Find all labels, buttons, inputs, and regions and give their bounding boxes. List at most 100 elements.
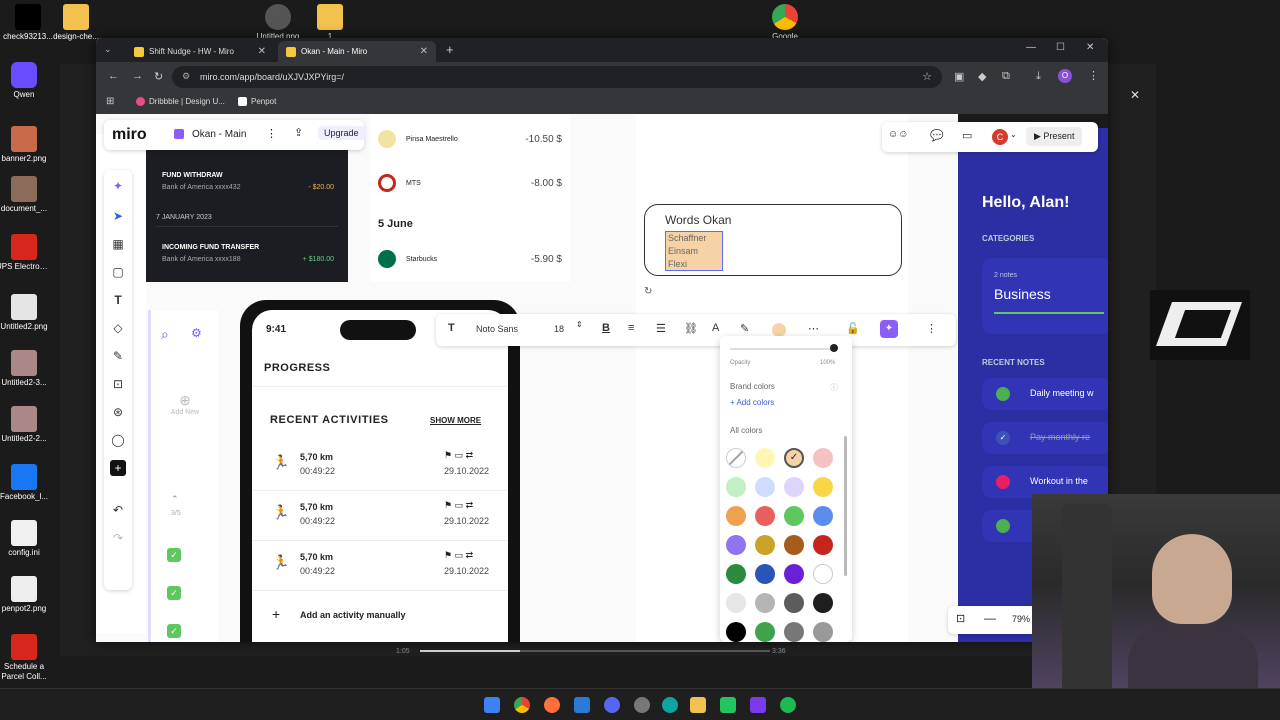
maximize-icon[interactable]: ☐	[1056, 42, 1065, 53]
forward-icon[interactable]: →	[132, 70, 143, 82]
reload-icon[interactable]: ↻	[154, 70, 163, 83]
color-swatch[interactable]	[813, 593, 833, 613]
export-icon[interactable]: ⇪	[294, 126, 303, 139]
font-select[interactable]: Noto Sans	[476, 324, 518, 334]
color-swatch[interactable]	[784, 506, 804, 526]
desktop-icon[interactable]: 1	[302, 4, 358, 42]
size-stepper-icon[interactable]: ⇕	[576, 320, 583, 329]
discord-icon[interactable]	[604, 697, 620, 713]
color-swatch[interactable]	[813, 622, 833, 642]
filter-icon[interactable]: ⚙	[191, 326, 202, 340]
redo-icon[interactable]: ↷	[110, 530, 126, 546]
search-icon[interactable]: ⌕	[161, 326, 169, 343]
shapes-icon[interactable]: ◇	[110, 320, 126, 336]
comment-icon[interactable]: ⋯	[808, 322, 819, 335]
checkbox-checked-icon[interactable]: ✓	[167, 548, 181, 562]
comment-icon[interactable]: ◯	[110, 432, 126, 448]
more-menu-icon[interactable]: ⋮	[1088, 69, 1099, 82]
mindmap-icon[interactable]: ⊛	[110, 404, 126, 420]
note-item[interactable]: Daily meeting w	[982, 378, 1108, 410]
scrollbar[interactable]	[844, 436, 847, 576]
color-swatch[interactable]	[784, 593, 804, 613]
highlight-icon[interactable]: ✎	[740, 322, 749, 335]
close-tab-icon[interactable]: ✕	[258, 46, 266, 57]
color-swatch[interactable]	[784, 477, 804, 497]
desktop-icon[interactable]: document_...	[0, 176, 52, 214]
color-swatch[interactable]	[784, 622, 804, 642]
color-swatch[interactable]	[726, 506, 746, 526]
upgrade-button[interactable]: Upgrade	[318, 126, 365, 140]
chrome-icon[interactable]	[514, 697, 530, 713]
desktop-icon[interactable]: Untitled.png	[250, 4, 306, 42]
miro-canvas[interactable]: FUND WITHDRAW Bank of America xxxx432 - …	[96, 114, 1108, 642]
color-swatch[interactable]	[755, 477, 775, 497]
desktop-icon[interactable]: Schedule a Parcel Coll...	[0, 634, 52, 681]
ai-sparkle-icon[interactable]: ✦	[880, 320, 898, 338]
profile-avatar[interactable]: O	[1058, 69, 1072, 83]
list-icon[interactable]: ☰	[656, 322, 666, 335]
zoom-level[interactable]: 79%	[1012, 614, 1030, 624]
settings-icon[interactable]	[634, 697, 650, 713]
lock-icon[interactable]: 🔓	[846, 322, 860, 335]
color-swatch[interactable]	[813, 564, 833, 584]
link-icon[interactable]: ⛓	[684, 322, 698, 335]
firefox-icon[interactable]	[544, 697, 560, 713]
bookmark-dribbble[interactable]: Dribbble | Design U...	[136, 97, 225, 106]
extension-icon[interactable]: ◆	[978, 70, 986, 83]
sticky-note-icon[interactable]: ▢	[110, 264, 126, 280]
desktop-icon[interactable]: Untitled2.png	[0, 294, 52, 332]
text-card[interactable]: Words Okan Schaffner Einsam Flexi	[644, 204, 902, 276]
color-swatch[interactable]	[726, 477, 746, 497]
video-timeline[interactable]	[420, 650, 770, 652]
desktop-icon[interactable]: UPS Electronic R...	[0, 234, 52, 272]
font-size-input[interactable]: 18	[554, 324, 564, 334]
vscode-icon[interactable]	[574, 697, 590, 713]
back-icon[interactable]: ←	[108, 70, 119, 82]
color-swatch[interactable]	[726, 593, 746, 613]
tab-search-icon[interactable]: ⌄	[104, 44, 112, 55]
windows-start-icon[interactable]	[484, 697, 500, 713]
color-swatch[interactable]	[726, 622, 746, 642]
chat-icon[interactable]: 💬	[930, 129, 944, 142]
desktop-icon[interactable]: config.ini	[0, 520, 52, 558]
category-card[interactable]: 2 notes Business	[982, 258, 1108, 334]
bookmark-star-icon[interactable]: ☆	[922, 70, 932, 83]
show-more-link[interactable]: SHOW MORE	[430, 416, 481, 425]
download-icon[interactable]: ⤓	[1036, 70, 1041, 83]
url-field[interactable]: ⚙ miro.com/app/board/uXJVJXPYirg=/ ☆	[172, 66, 942, 88]
add-new-button[interactable]: ⊕ Add New	[165, 392, 205, 416]
color-swatch[interactable]	[755, 448, 775, 468]
spotify-icon[interactable]	[780, 697, 796, 713]
fill-color-icon[interactable]	[772, 323, 786, 337]
desktop-icon[interactable]: Qwen	[0, 62, 52, 100]
bookmark-penpot[interactable]: Penpot	[238, 97, 276, 106]
text-color-icon[interactable]: A	[712, 322, 719, 334]
more-tools-icon[interactable]: +	[110, 460, 126, 476]
miro-logo[interactable]: miro	[112, 126, 147, 144]
activity-row[interactable]: 🏃 5,70 km 00:49:22 ⚑ ▭ ⇄ 29.10.2022	[252, 448, 508, 496]
align-icon[interactable]: ≡	[628, 322, 634, 334]
site-info-icon[interactable]: ⚙	[182, 71, 190, 82]
present-button[interactable]: ▶ Present	[1026, 127, 1083, 146]
board-menu-icon[interactable]: ⋮	[266, 127, 277, 140]
bold-icon[interactable]: B	[602, 322, 610, 334]
pen-icon[interactable]: ✎	[110, 348, 126, 364]
reactions-icon[interactable]: ☺☺	[888, 129, 908, 140]
color-swatch[interactable]	[813, 477, 833, 497]
color-swatch[interactable]	[813, 448, 833, 468]
new-tab-button[interactable]: +	[446, 42, 454, 57]
color-swatch[interactable]	[726, 564, 746, 584]
templates-icon[interactable]: ▦	[110, 236, 126, 252]
add-colors-button[interactable]: + Add colors	[730, 398, 774, 407]
color-swatch[interactable]	[726, 535, 746, 555]
select-tool-icon[interactable]: ➤	[110, 208, 126, 224]
desktop-icon[interactable]: penpot2.png	[0, 576, 52, 614]
text-tool-icon[interactable]: T	[110, 292, 126, 308]
extensions-puzzle-icon[interactable]: ⧉	[1002, 70, 1010, 83]
chevron-down-icon[interactable]: ⌄	[1010, 130, 1017, 139]
desktop-icon[interactable]: Facebook_l...	[0, 464, 52, 502]
text-tool-icon[interactable]: T	[448, 322, 455, 334]
more-icon[interactable]: ⋮	[926, 322, 937, 335]
color-swatch[interactable]	[755, 506, 775, 526]
apps-grid-icon[interactable]: ⊞	[106, 96, 114, 107]
